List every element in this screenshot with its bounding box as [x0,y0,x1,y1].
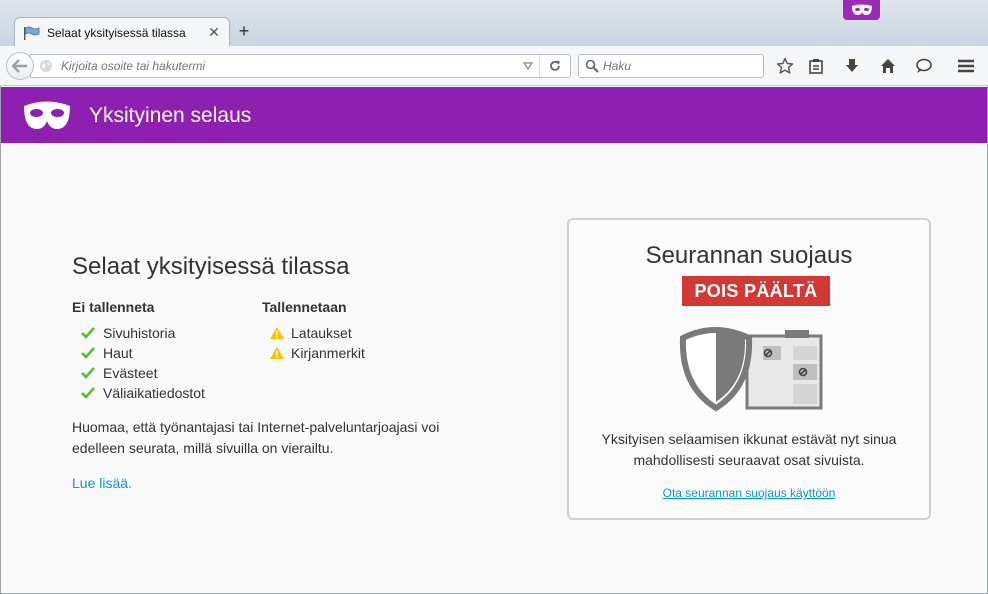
list-item-label: Väliaikatiedostot [103,385,205,401]
not-saved-heading: Ei tallenneta [72,299,155,315]
list-item: Sivuhistoria [81,323,205,343]
dropdown-arrow-icon[interactable] [516,55,540,77]
search-icon [585,59,599,73]
new-tab-button[interactable]: + [234,20,254,42]
download-icon [846,59,858,72]
list-item: Kirjanmerkit [269,343,365,363]
list-item: Lataukset [269,323,365,343]
tab-private-browsing[interactable]: Selaat yksityisessä tilassa ✕ [14,17,230,47]
enable-tracking-protection-link[interactable]: Ota seurannan suojaus käyttöön [569,486,929,500]
back-arrow-icon [12,59,27,73]
check-icon [81,367,103,379]
tracking-description: Yksityisen selaamisen ikkunat estävät ny… [601,431,897,468]
tab-title: Selaat yksityisessä tilassa [47,25,186,40]
page-title: Yksityinen selaus [89,104,252,127]
private-mask-badge [843,0,880,20]
navigation-bar [0,46,988,86]
flag-favicon-icon [23,26,41,40]
window-border [0,86,1,594]
list-item-label: Kirjanmerkit [291,345,365,361]
saved-heading: Tallennetaan [262,299,347,315]
not-saved-list: Sivuhistoria Haut Evästeet Väliaikatiedo… [81,323,205,403]
tracking-protection-panel: Seurannan suojaus POIS PÄÄLTÄ Yksityisen… [567,218,931,520]
globe-icon [39,59,61,73]
warning-icon [269,346,291,360]
saved-list: Lataukset Kirjanmerkit [269,323,365,363]
url-input[interactable] [61,59,516,73]
check-icon [81,347,103,359]
home-icon [881,59,895,73]
chat-icon [916,58,932,73]
tab-close-icon[interactable]: ✕ [207,24,221,41]
learn-more-link[interactable]: Lue lisää. [72,475,132,491]
reading-list-button[interactable] [804,55,828,77]
reading-list-icon [809,59,823,74]
bookmark-star-icon [776,57,794,74]
private-mask-icon [851,4,872,15]
download-button[interactable] [840,55,864,77]
check-icon [81,327,103,339]
list-item-label: Sivuhistoria [103,325,176,341]
home-button[interactable] [876,55,900,77]
private-mask-icon [24,101,70,129]
back-button[interactable] [6,52,34,80]
search-input[interactable] [603,59,763,73]
warning-icon [269,326,291,340]
check-icon [81,387,103,399]
search-bar[interactable] [578,54,764,78]
list-item-label: Haut [103,345,133,361]
main-content: Selaat yksityisessä tilassa Ei tallennet… [1,143,987,593]
tracking-note: Huomaa, että työnantajasi tai Internet-p… [72,419,440,456]
list-item: Haut [81,343,205,363]
list-item-label: Evästeet [103,365,158,381]
menu-button[interactable] [954,55,978,77]
menu-icon [958,59,974,73]
url-bar[interactable] [30,54,571,78]
list-item-label: Lataukset [291,325,352,341]
chat-button[interactable] [912,55,936,77]
shield-icon [679,327,823,412]
private-info-heading: Selaat yksityisessä tilassa [72,253,350,280]
list-item: Väliaikatiedostot [81,383,205,403]
reload-icon[interactable] [540,55,570,77]
private-browsing-header: Yksityinen selaus [1,87,987,143]
list-item: Evästeet [81,363,205,383]
bookmark-star-button[interactable] [773,55,797,77]
status-badge: POIS PÄÄLTÄ [682,276,830,306]
tracking-protection-title: Seurannan suojaus [645,242,853,269]
